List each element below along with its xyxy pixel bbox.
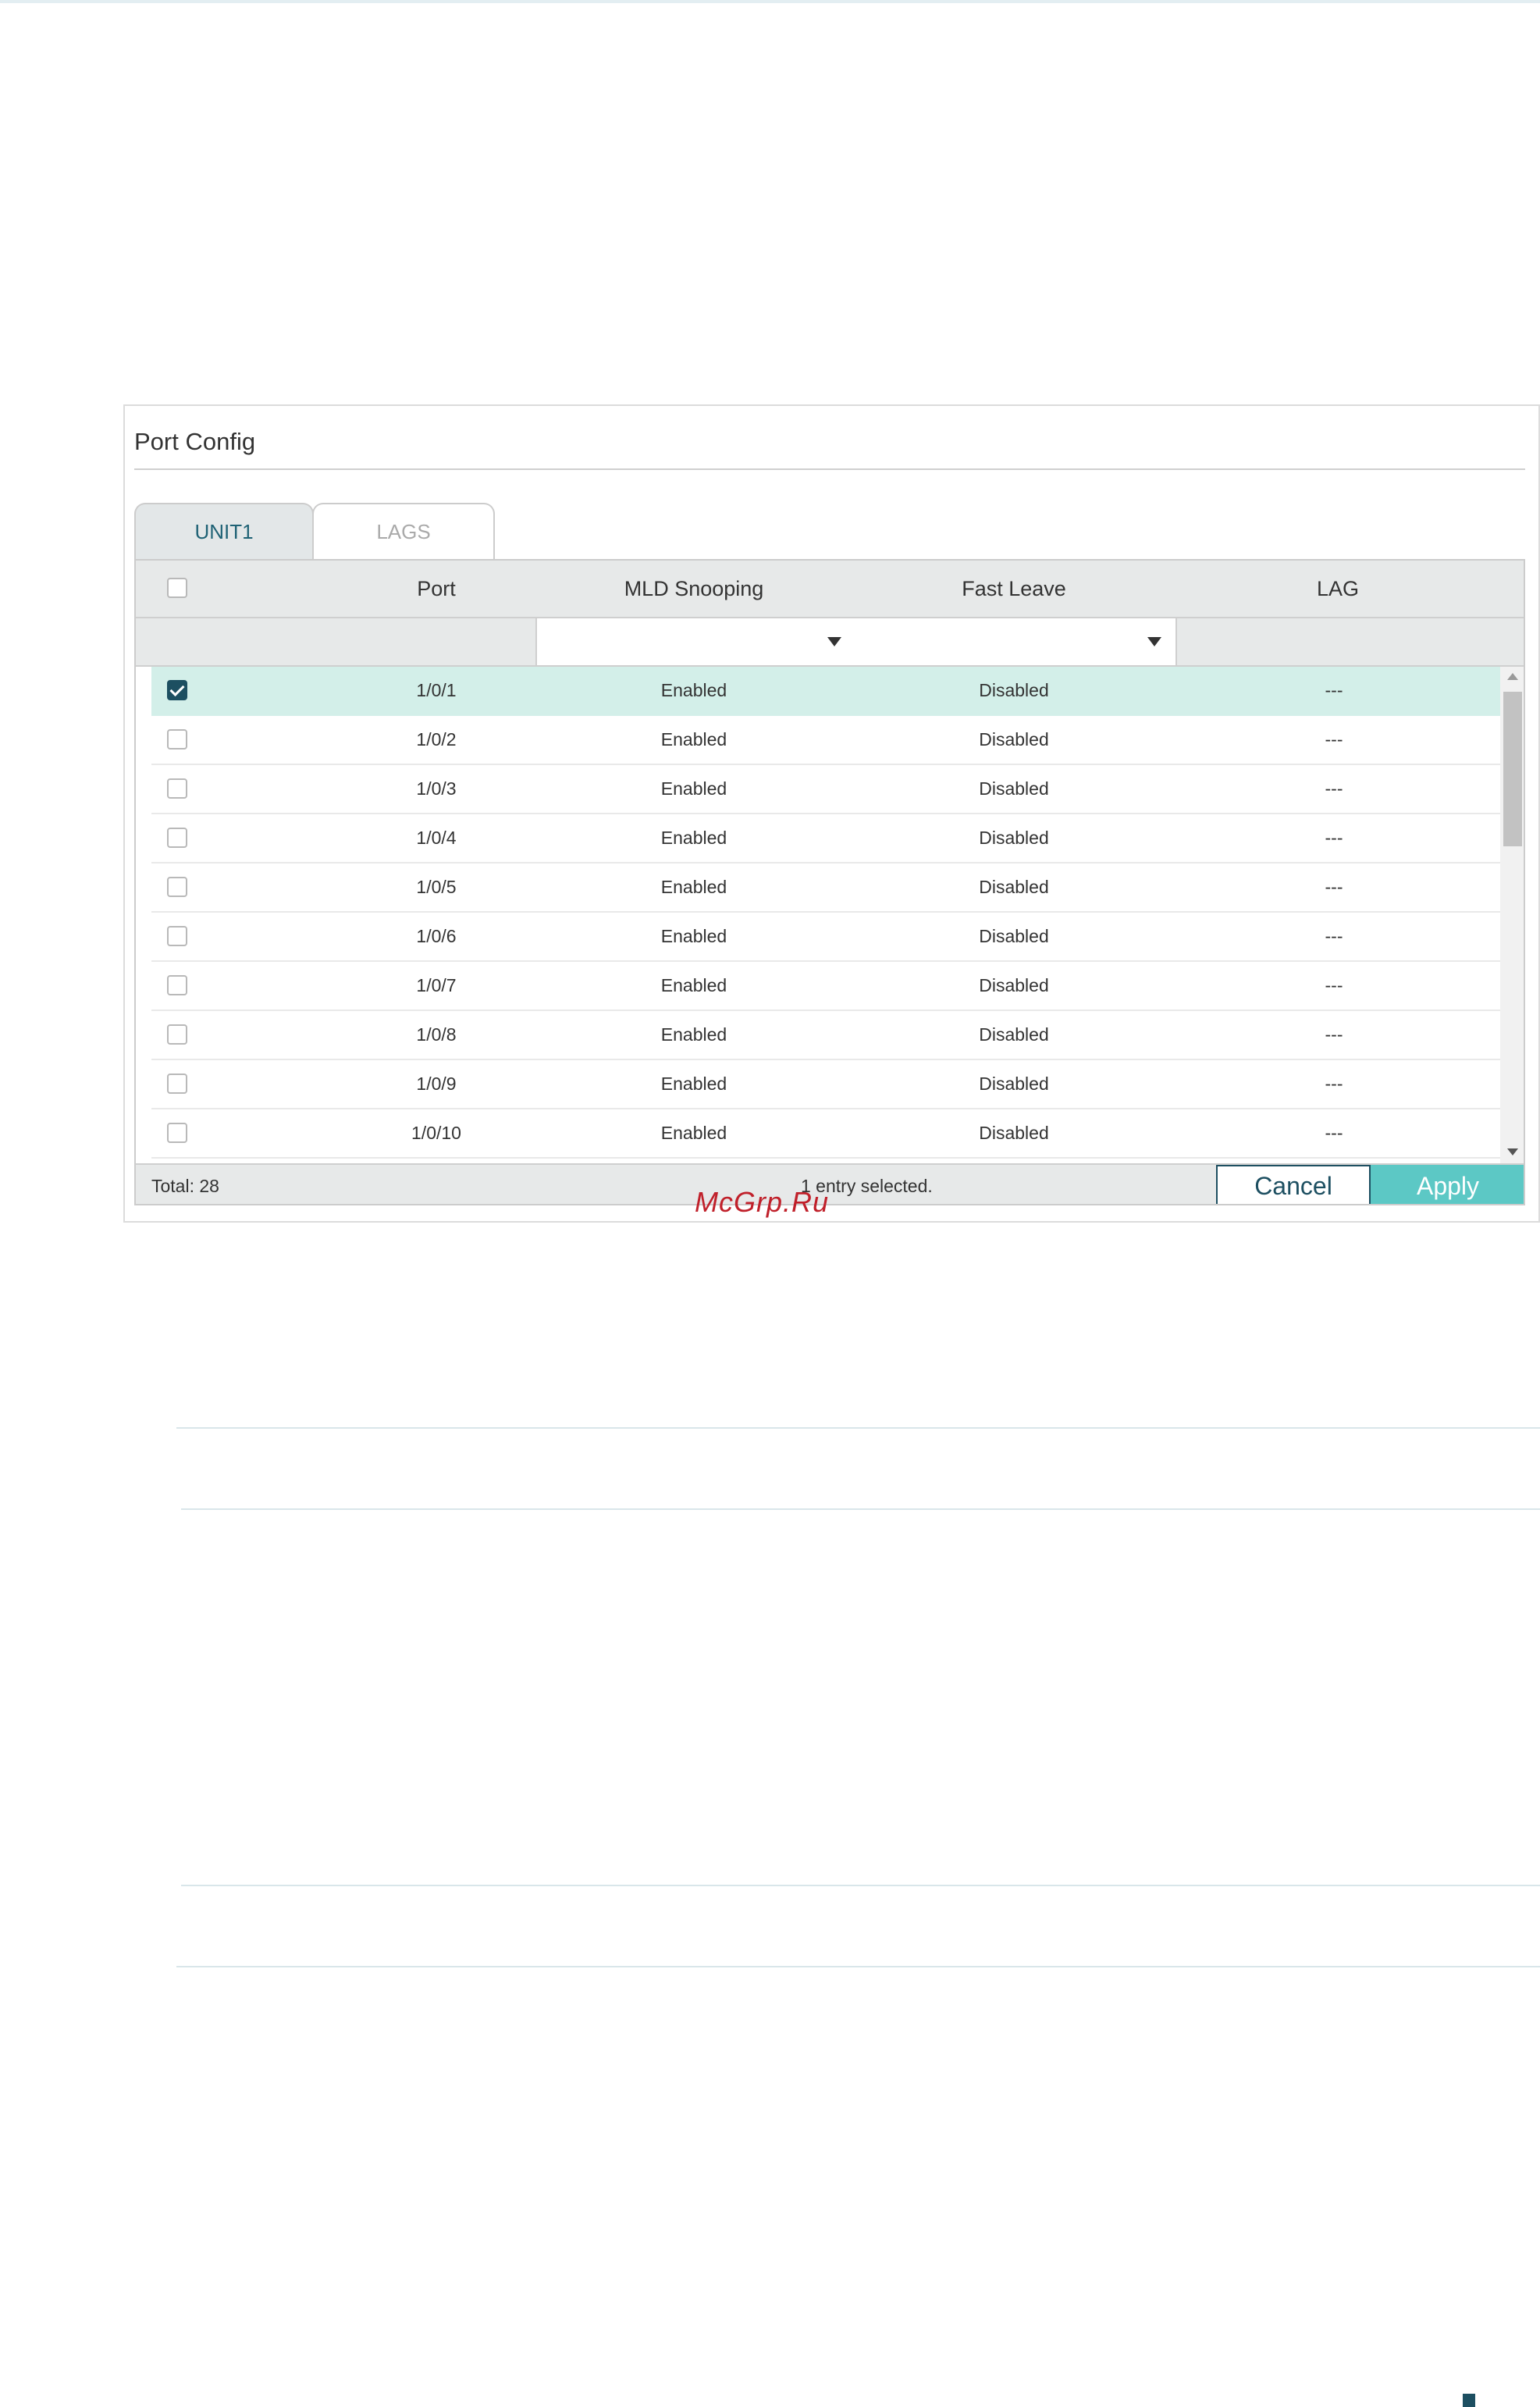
column-header-mld-snooping[interactable]: MLD Snooping (534, 561, 854, 617)
watermark-text: McGrp.Ru (695, 1186, 830, 1218)
row-checkbox[interactable] (167, 828, 187, 848)
row-checkbox[interactable] (167, 729, 187, 750)
port-cell: 1/0/5 (416, 877, 457, 897)
table-row[interactable]: 1/0/3 Enabled Disabled --- (151, 765, 1500, 814)
scroll-down-arrow-icon[interactable] (1507, 1148, 1518, 1155)
lag-cell: --- (1325, 877, 1343, 897)
row-checkbox[interactable] (167, 975, 187, 995)
divider-line (181, 1885, 1540, 1886)
fast-leave-filter-select[interactable] (855, 618, 1177, 665)
fast-leave-cell: Disabled (979, 975, 1049, 995)
fast-leave-cell: Disabled (979, 926, 1049, 946)
row-checkbox[interactable] (167, 1074, 187, 1094)
divider-line (176, 1427, 1540, 1429)
port-cell: 1/0/3 (416, 778, 457, 799)
filter-row (136, 618, 1524, 667)
tab-lags[interactable]: LAGS (312, 503, 495, 559)
mld-snooping-cell: Enabled (660, 1024, 727, 1045)
fast-leave-cell: Disabled (979, 680, 1049, 700)
mld-snooping-cell: Enabled (660, 680, 727, 700)
table-row[interactable]: 1/0/10 Enabled Disabled --- (151, 1109, 1500, 1159)
table-scrollbar[interactable] (1500, 667, 1524, 1163)
port-config-panel: Port Config UNIT1 LAGS Port MLD Snooping… (123, 404, 1540, 1223)
mld-snooping-cell: Enabled (660, 828, 727, 848)
lag-cell: --- (1325, 1123, 1343, 1143)
table-row[interactable]: 1/0/8 Enabled Disabled --- (151, 1011, 1500, 1060)
port-cell: 1/0/10 (411, 1123, 461, 1143)
table-body: 1/0/1 Enabled Disabled --- 1/0/2 Enabled… (136, 667, 1500, 1163)
divider-line (176, 1966, 1540, 1967)
mld-snooping-cell: Enabled (660, 975, 727, 995)
panel-title: Port Config (134, 428, 256, 455)
table-footer: Total: 28 1 entry selected. Cancel Apply (136, 1163, 1524, 1204)
fast-leave-cell: Disabled (979, 1024, 1049, 1045)
mld-snooping-filter-select[interactable] (535, 618, 857, 665)
port-cell: 1/0/6 (416, 926, 457, 946)
chevron-down-icon (827, 637, 841, 646)
row-checkbox[interactable] (167, 1123, 187, 1143)
row-checkbox[interactable] (167, 926, 187, 946)
lag-cell: --- (1325, 828, 1343, 848)
lag-cell: --- (1325, 1024, 1343, 1045)
table-row[interactable]: 1/0/4 Enabled Disabled --- (151, 814, 1500, 863)
port-table: Port MLD Snooping Fast Leave LAG 1/0/1 E… (134, 559, 1525, 1205)
column-header-lag[interactable]: LAG (1174, 561, 1502, 617)
chevron-down-icon (1147, 637, 1161, 646)
fast-leave-cell: Disabled (979, 729, 1049, 750)
lag-cell: --- (1325, 778, 1343, 799)
tab-unit1[interactable]: UNIT1 (134, 503, 314, 559)
lag-cell: --- (1325, 926, 1343, 946)
mld-snooping-cell: Enabled (660, 1123, 727, 1143)
fast-leave-cell: Disabled (979, 778, 1049, 799)
table-row[interactable]: 1/0/1 Enabled Disabled --- (151, 667, 1500, 716)
lag-cell: --- (1325, 1074, 1343, 1094)
top-rule (0, 0, 1540, 3)
page-corner-mark (1463, 2394, 1475, 2407)
mld-snooping-cell: Enabled (660, 1074, 727, 1094)
fast-leave-cell: Disabled (979, 1123, 1049, 1143)
fast-leave-cell: Disabled (979, 828, 1049, 848)
port-cell: 1/0/8 (416, 1024, 457, 1045)
lag-cell: --- (1325, 729, 1343, 750)
mld-snooping-cell: Enabled (660, 729, 727, 750)
row-checkbox[interactable] (167, 680, 187, 700)
lag-cell: --- (1325, 975, 1343, 995)
port-cell: 1/0/1 (416, 680, 457, 700)
total-count: Total: 28 (151, 1175, 219, 1196)
column-header-fast-leave[interactable]: Fast Leave (854, 561, 1174, 617)
table-row[interactable]: 1/0/5 Enabled Disabled --- (151, 863, 1500, 913)
table-header: Port MLD Snooping Fast Leave LAG (136, 561, 1524, 618)
table-row[interactable]: 1/0/7 Enabled Disabled --- (151, 962, 1500, 1011)
scroll-up-arrow-icon[interactable] (1507, 673, 1518, 680)
fast-leave-cell: Disabled (979, 877, 1049, 897)
row-checkbox[interactable] (167, 1024, 187, 1045)
fast-leave-cell: Disabled (979, 1074, 1049, 1094)
divider-line (181, 1508, 1540, 1510)
mld-snooping-cell: Enabled (660, 926, 727, 946)
apply-button[interactable]: Apply (1371, 1165, 1524, 1204)
row-checkbox[interactable] (167, 778, 187, 799)
row-checkbox[interactable] (167, 877, 187, 897)
port-cell: 1/0/9 (416, 1074, 457, 1094)
table-row[interactable]: 1/0/6 Enabled Disabled --- (151, 913, 1500, 962)
lag-cell: --- (1325, 680, 1343, 700)
title-divider (134, 468, 1525, 470)
port-cell: 1/0/7 (416, 975, 457, 995)
mld-snooping-cell: Enabled (660, 877, 727, 897)
mld-snooping-cell: Enabled (660, 778, 727, 799)
table-row[interactable]: 1/0/9 Enabled Disabled --- (151, 1060, 1500, 1109)
port-cell: 1/0/2 (416, 729, 457, 750)
table-row[interactable]: 1/0/2 Enabled Disabled --- (151, 716, 1500, 765)
cancel-button[interactable]: Cancel (1216, 1165, 1371, 1204)
select-all-checkbox[interactable] (167, 578, 187, 598)
column-header-port[interactable]: Port (339, 561, 534, 617)
port-cell: 1/0/4 (416, 828, 457, 848)
scrollbar-thumb[interactable] (1503, 692, 1522, 846)
